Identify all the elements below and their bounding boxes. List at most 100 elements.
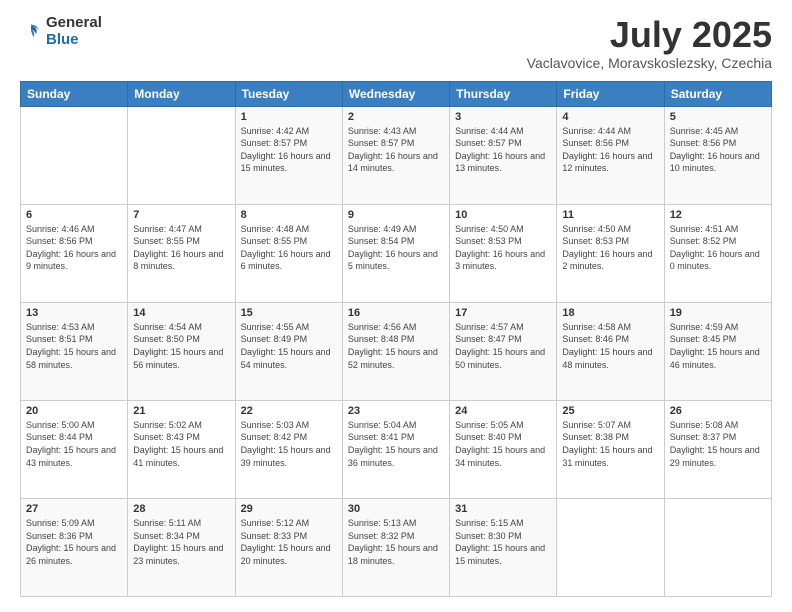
calendar-week-1: 1Sunrise: 4:42 AM Sunset: 8:57 PM Daylig…: [21, 106, 772, 204]
day-info: Sunrise: 4:54 AM Sunset: 8:50 PM Dayligh…: [133, 321, 229, 371]
day-info: Sunrise: 4:45 AM Sunset: 8:56 PM Dayligh…: [670, 125, 766, 175]
calendar-cell: 11 Sunrise: 4:50 AM Sunset: 8:53 PM Dayli…: [557, 204, 664, 302]
day-info: Sunrise: 4:59 AM Sunset: 8:45 PM Dayligh…: [670, 321, 766, 371]
day-info: Sunrise: 5:04 AM Sunset: 8:41 PM Dayligh…: [348, 419, 444, 469]
day-info: Sunrise: 4:42 AM Sunset: 8:57 PM Dayligh…: [241, 125, 337, 175]
day-number: 23: [348, 405, 444, 417]
day-info: Sunrise: 4:48 AM Sunset: 8:55 PM Dayligh…: [241, 223, 337, 273]
day-info: Sunrise: 4:44 AM Sunset: 8:56 PM Dayligh…: [562, 125, 658, 175]
day-info: Sunrise: 5:11 AM Sunset: 8:34 PM Dayligh…: [133, 517, 229, 567]
calendar-week-2: 6Sunrise: 4:46 AM Sunset: 8:56 PM Daylig…: [21, 204, 772, 302]
calendar-cell: 1Sunrise: 4:42 AM Sunset: 8:57 PM Daylig…: [235, 106, 342, 204]
logo-blue-text: Blue: [46, 32, 102, 49]
calendar-table: SundayMondayTuesdayWednesdayThursdayFrid…: [20, 81, 772, 597]
calendar-cell: 7Sunrise: 4:47 AM Sunset: 8:55 PM Daylig…: [128, 204, 235, 302]
weekday-header-thursday: Thursday: [450, 81, 557, 106]
calendar-cell: 16 Sunrise: 4:56 AM Sunset: 8:48 PM Dayli…: [342, 302, 449, 400]
day-info: Sunrise: 5:02 AM Sunset: 8:43 PM Dayligh…: [133, 419, 229, 469]
day-info: Sunrise: 4:47 AM Sunset: 8:55 PM Dayligh…: [133, 223, 229, 273]
calendar-cell: 31 Sunrise: 5:15 AM Sunset: 8:30 PM Dayli…: [450, 498, 557, 596]
calendar-cell: 25 Sunrise: 5:07 AM Sunset: 8:38 PM Dayli…: [557, 400, 664, 498]
day-number: 27: [26, 503, 122, 515]
calendar-cell: [664, 498, 771, 596]
day-number: 26: [670, 405, 766, 417]
weekday-header-wednesday: Wednesday: [342, 81, 449, 106]
day-number: 2: [348, 111, 444, 123]
day-info: Sunrise: 5:09 AM Sunset: 8:36 PM Dayligh…: [26, 517, 122, 567]
day-info: Sunrise: 4:49 AM Sunset: 8:54 PM Dayligh…: [348, 223, 444, 273]
calendar-cell: 6Sunrise: 4:46 AM Sunset: 8:56 PM Daylig…: [21, 204, 128, 302]
day-number: 16: [348, 307, 444, 319]
day-info: Sunrise: 5:13 AM Sunset: 8:32 PM Dayligh…: [348, 517, 444, 567]
day-info: Sunrise: 5:07 AM Sunset: 8:38 PM Dayligh…: [562, 419, 658, 469]
day-info: Sunrise: 4:44 AM Sunset: 8:57 PM Dayligh…: [455, 125, 551, 175]
weekday-header-saturday: Saturday: [664, 81, 771, 106]
day-info: Sunrise: 4:56 AM Sunset: 8:48 PM Dayligh…: [348, 321, 444, 371]
day-number: 6: [26, 209, 122, 221]
main-title: July 2025: [527, 15, 772, 55]
calendar-cell: 21 Sunrise: 5:02 AM Sunset: 8:43 PM Dayli…: [128, 400, 235, 498]
day-number: 4: [562, 111, 658, 123]
calendar-cell: 13Sunrise: 4:53 AM Sunset: 8:51 PM Dayli…: [21, 302, 128, 400]
day-number: 14: [133, 307, 229, 319]
day-info: Sunrise: 5:15 AM Sunset: 8:30 PM Dayligh…: [455, 517, 551, 567]
day-info: Sunrise: 4:50 AM Sunset: 8:53 PM Dayligh…: [562, 223, 658, 273]
day-number: 31: [455, 503, 551, 515]
day-number: 29: [241, 503, 337, 515]
calendar-cell: 27 Sunrise: 5:09 AM Sunset: 8:36 PM Dayli…: [21, 498, 128, 596]
title-block: July 2025 Vaclavovice, Moravskoslezsky, …: [527, 15, 772, 71]
weekday-header-tuesday: Tuesday: [235, 81, 342, 106]
day-number: 18: [562, 307, 658, 319]
calendar-cell: 17 Sunrise: 4:57 AM Sunset: 8:47 PM Dayli…: [450, 302, 557, 400]
day-number: 25: [562, 405, 658, 417]
subtitle: Vaclavovice, Moravskoslezsky, Czechia: [527, 55, 772, 71]
day-number: 19: [670, 307, 766, 319]
calendar-cell: [21, 106, 128, 204]
day-info: Sunrise: 4:57 AM Sunset: 8:47 PM Dayligh…: [455, 321, 551, 371]
weekday-header-sunday: Sunday: [21, 81, 128, 106]
day-number: 11: [562, 209, 658, 221]
calendar-cell: 28Sunrise: 5:11 AM Sunset: 8:34 PM Dayli…: [128, 498, 235, 596]
calendar-cell: 10Sunrise: 4:50 AM Sunset: 8:53 PM Dayli…: [450, 204, 557, 302]
calendar-header: SundayMondayTuesdayWednesdayThursdayFrid…: [21, 81, 772, 106]
calendar-cell: 29Sunrise: 5:12 AM Sunset: 8:33 PM Dayli…: [235, 498, 342, 596]
calendar-cell: [128, 106, 235, 204]
day-info: Sunrise: 5:00 AM Sunset: 8:44 PM Dayligh…: [26, 419, 122, 469]
day-info: Sunrise: 4:51 AM Sunset: 8:52 PM Dayligh…: [670, 223, 766, 273]
calendar-cell: 12 Sunrise: 4:51 AM Sunset: 8:52 PM Dayli…: [664, 204, 771, 302]
header: General Blue July 2025 Vaclavovice, Mora…: [20, 15, 772, 71]
calendar-cell: 22Sunrise: 5:03 AM Sunset: 8:42 PM Dayli…: [235, 400, 342, 498]
calendar-cell: 2 Sunrise: 4:43 AM Sunset: 8:57 PM Daylig…: [342, 106, 449, 204]
calendar-cell: 3 Sunrise: 4:44 AM Sunset: 8:57 PM Daylig…: [450, 106, 557, 204]
day-number: 24: [455, 405, 551, 417]
calendar-cell: 5 Sunrise: 4:45 AM Sunset: 8:56 PM Daylig…: [664, 106, 771, 204]
calendar-cell: 4 Sunrise: 4:44 AM Sunset: 8:56 PM Daylig…: [557, 106, 664, 204]
calendar-cell: 8Sunrise: 4:48 AM Sunset: 8:55 PM Daylig…: [235, 204, 342, 302]
calendar-cell: 24Sunrise: 5:05 AM Sunset: 8:40 PM Dayli…: [450, 400, 557, 498]
calendar-cell: 18Sunrise: 4:58 AM Sunset: 8:46 PM Dayli…: [557, 302, 664, 400]
weekday-header-monday: Monday: [128, 81, 235, 106]
day-number: 5: [670, 111, 766, 123]
logo-general-text: General: [46, 15, 102, 32]
day-number: 30: [348, 503, 444, 515]
day-info: Sunrise: 4:43 AM Sunset: 8:57 PM Dayligh…: [348, 125, 444, 175]
calendar-week-3: 13Sunrise: 4:53 AM Sunset: 8:51 PM Dayli…: [21, 302, 772, 400]
day-number: 21: [133, 405, 229, 417]
day-number: 17: [455, 307, 551, 319]
weekday-row: SundayMondayTuesdayWednesdayThursdayFrid…: [21, 81, 772, 106]
day-number: 10: [455, 209, 551, 221]
day-number: 3: [455, 111, 551, 123]
calendar-cell: 20Sunrise: 5:00 AM Sunset: 8:44 PM Dayli…: [21, 400, 128, 498]
day-info: Sunrise: 4:55 AM Sunset: 8:49 PM Dayligh…: [241, 321, 337, 371]
weekday-header-friday: Friday: [557, 81, 664, 106]
calendar-cell: 23 Sunrise: 5:04 AM Sunset: 8:41 PM Dayli…: [342, 400, 449, 498]
day-info: Sunrise: 5:08 AM Sunset: 8:37 PM Dayligh…: [670, 419, 766, 469]
logo-text: General Blue: [46, 15, 102, 48]
calendar-body: 1Sunrise: 4:42 AM Sunset: 8:57 PM Daylig…: [21, 106, 772, 596]
page: General Blue July 2025 Vaclavovice, Mora…: [0, 0, 792, 612]
day-info: Sunrise: 5:03 AM Sunset: 8:42 PM Dayligh…: [241, 419, 337, 469]
calendar-week-5: 27 Sunrise: 5:09 AM Sunset: 8:36 PM Dayli…: [21, 498, 772, 596]
calendar-cell: 15Sunrise: 4:55 AM Sunset: 8:49 PM Dayli…: [235, 302, 342, 400]
day-number: 12: [670, 209, 766, 221]
calendar-cell: 9Sunrise: 4:49 AM Sunset: 8:54 PM Daylig…: [342, 204, 449, 302]
